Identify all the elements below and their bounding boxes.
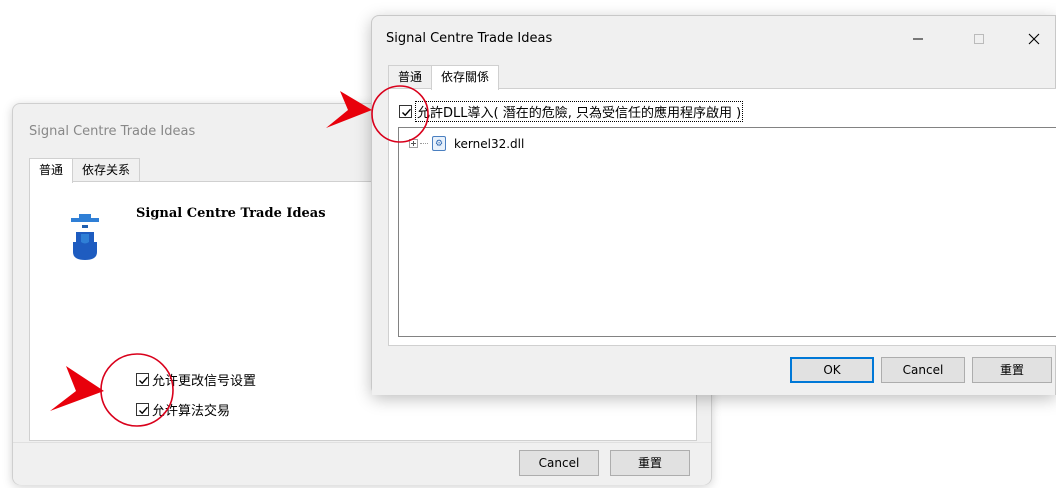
red-circle-bottom — [100, 353, 174, 427]
annotation-layer — [50, 85, 429, 427]
tab-dependencies[interactable]: 依存關係 — [431, 65, 500, 90]
red-arrow-top — [326, 91, 372, 128]
screenshot-canvas: Signal Centre Trade Ideas 普通 依存关系 Signal… — [0, 0, 1056, 488]
red-circle-top — [371, 85, 429, 143]
red-arrow-bottom — [50, 366, 104, 411]
tab-general[interactable]: 普通 — [29, 158, 74, 183]
